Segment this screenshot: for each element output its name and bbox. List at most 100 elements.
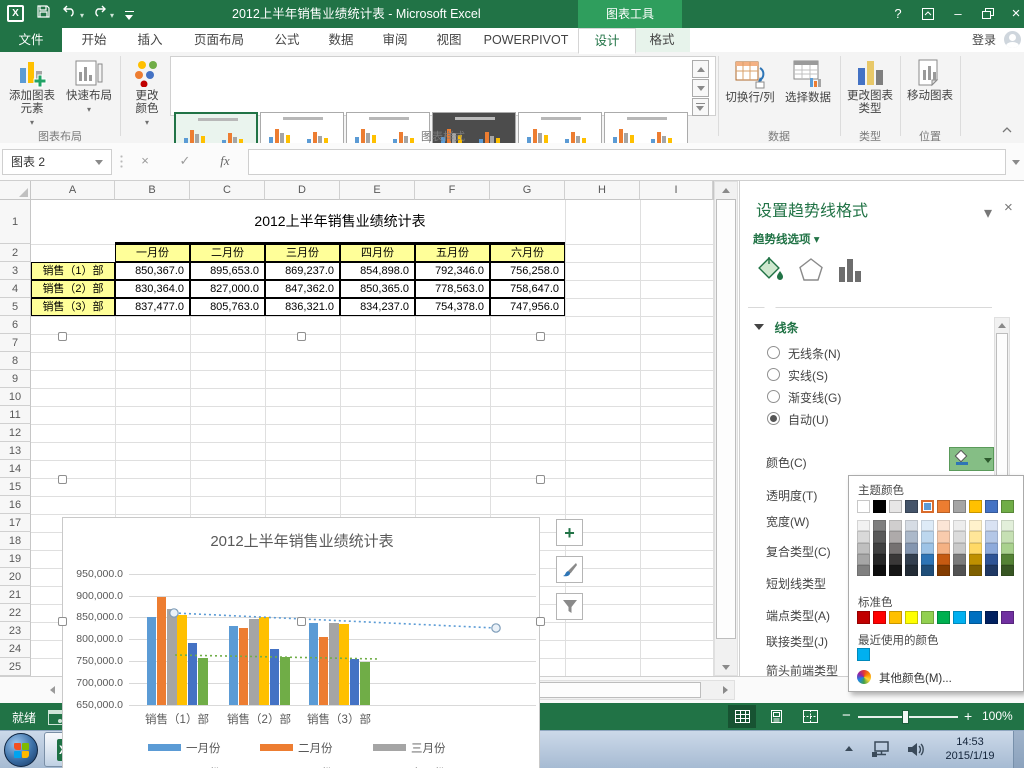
- fill-line-tab[interactable]: [756, 255, 790, 287]
- vscroll-down-arrow[interactable]: [714, 660, 738, 674]
- theme-variant-swatch-#E2EFDA[interactable]: [1001, 520, 1014, 532]
- theme-variant-swatch-#2F5496[interactable]: [985, 553, 998, 566]
- select-all-corner[interactable]: [0, 181, 31, 200]
- value-cell[interactable]: 827,000.0: [190, 280, 265, 298]
- save-button[interactable]: [37, 5, 55, 23]
- theme-color-swatch-#4472C4[interactable]: [985, 500, 998, 513]
- insert-function-button[interactable]: fx: [212, 149, 238, 173]
- theme-variant-swatch-#FFE699[interactable]: [969, 531, 982, 543]
- theme-variant-swatch-#525252[interactable]: [953, 565, 966, 577]
- change-colors-button[interactable]: 更改颜色 ▾: [126, 56, 168, 129]
- move-chart-button[interactable]: 移动图表: [904, 56, 956, 103]
- value-cell[interactable]: 754,378.0: [415, 298, 490, 316]
- value-cell[interactable]: 756,258.0: [490, 262, 565, 280]
- effects-tab[interactable]: [798, 257, 828, 287]
- view-normal-button[interactable]: [728, 705, 756, 728]
- row-header-5[interactable]: 5: [0, 298, 31, 316]
- name-box[interactable]: 图表 2: [2, 149, 112, 175]
- theme-color-swatch-#ED7D31[interactable]: [937, 500, 950, 513]
- theme-variant-swatch-#DEEBF7[interactable]: [921, 520, 934, 532]
- row-header-22[interactable]: 22: [0, 604, 31, 622]
- theme-variant-swatch-#757171[interactable]: [889, 542, 902, 554]
- column-header-E[interactable]: E: [340, 181, 415, 200]
- radio-实线(S)[interactable]: [767, 368, 780, 381]
- line-section-header[interactable]: 线条: [754, 319, 798, 337]
- tab-公式[interactable]: 公式: [260, 28, 314, 52]
- recent-color-swatch-#00B0F0[interactable]: [857, 648, 870, 661]
- month-header-cell-6[interactable]: 六月份: [490, 244, 565, 262]
- line-color-button[interactable]: [949, 447, 994, 471]
- theme-variant-swatch-#595959[interactable]: [873, 531, 886, 543]
- theme-variant-swatch-#C55A11[interactable]: [937, 553, 950, 566]
- row-label-cell-1[interactable]: 销售（1）部: [31, 262, 115, 280]
- theme-color-swatch-#A5A5A5[interactable]: [953, 500, 966, 513]
- theme-variant-swatch-#F2F2F2[interactable]: [857, 520, 870, 532]
- theme-variant-swatch-#A6A6A6[interactable]: [857, 553, 870, 566]
- theme-variant-swatch-#BDD7EE[interactable]: [921, 531, 934, 543]
- theme-color-swatch-#E7E6E6[interactable]: [889, 500, 902, 513]
- cancel-formula-button[interactable]: ×: [132, 149, 158, 173]
- standard-color-swatch-#00B050[interactable]: [937, 611, 950, 624]
- radio-无线条(N)[interactable]: [767, 346, 780, 359]
- row-header-13[interactable]: 13: [0, 442, 31, 460]
- show-desktop-button[interactable]: [1013, 731, 1024, 768]
- month-header-cell-5[interactable]: 五月份: [415, 244, 490, 262]
- row-header-16[interactable]: 16: [0, 496, 31, 514]
- column-header-B[interactable]: B: [115, 181, 190, 200]
- options-dropdown-arrow[interactable]: ▾: [814, 234, 820, 246]
- theme-variant-swatch-#F8CBAD[interactable]: [937, 531, 950, 543]
- chart-object[interactable]: 2012上半年销售业绩统计表 650,000.0 700,000.0 750,000…: [62, 517, 540, 768]
- theme-variant-swatch-#3A3838[interactable]: [889, 553, 902, 566]
- name-box-dropdown-arrow[interactable]: [95, 160, 103, 165]
- zoom-slider-handle[interactable]: [902, 710, 909, 724]
- gallery-scroll-up[interactable]: [692, 60, 709, 78]
- tab-数据[interactable]: 数据: [314, 28, 368, 52]
- column-header-A[interactable]: A: [31, 181, 115, 200]
- vscroll-up-arrow[interactable]: [714, 183, 738, 197]
- theme-variant-swatch-#375623[interactable]: [1001, 565, 1014, 577]
- row-header-10[interactable]: 10: [0, 388, 31, 406]
- value-cell[interactable]: 758,647.0: [490, 280, 565, 298]
- theme-variant-swatch-#F4B183[interactable]: [937, 542, 950, 554]
- help-button[interactable]: ?: [884, 0, 912, 28]
- theme-color-swatch-#5B9BD5[interactable]: [921, 500, 934, 513]
- theme-variant-swatch-#BF9000[interactable]: [969, 553, 982, 566]
- chart-resize-handle[interactable]: [297, 617, 306, 626]
- trendline-endpoint-handle[interactable]: [491, 623, 501, 633]
- enter-formula-button[interactable]: ✓: [172, 149, 198, 173]
- row-header-25[interactable]: 25: [0, 658, 31, 676]
- theme-color-swatch-#44546A[interactable]: [905, 500, 918, 513]
- row-header-14[interactable]: 14: [0, 460, 31, 478]
- tab-页面布局[interactable]: 页面布局: [178, 28, 260, 52]
- trendline-jun[interactable]: [174, 654, 380, 660]
- chart-filters-button[interactable]: [556, 593, 583, 620]
- row-label-cell-3[interactable]: 销售（3）部: [31, 298, 115, 316]
- trendline-jan[interactable]: [173, 612, 497, 629]
- tab-设计[interactable]: 设计: [578, 28, 636, 54]
- row-header-20[interactable]: 20: [0, 568, 31, 586]
- tab-格式[interactable]: 格式: [634, 28, 690, 52]
- tab-插入[interactable]: 插入: [122, 28, 178, 52]
- zoom-in-button[interactable]: +: [964, 708, 972, 724]
- row-header-21[interactable]: 21: [0, 586, 31, 604]
- value-cell[interactable]: 778,563.0: [415, 280, 490, 298]
- theme-color-swatch-#000000[interactable]: [873, 500, 886, 513]
- theme-variant-swatch-#2E75B6[interactable]: [921, 553, 934, 566]
- undo-dropdown-arrow[interactable]: ▾: [80, 7, 84, 25]
- table-title-cell[interactable]: 2012上半年销售业绩统计表: [115, 200, 565, 244]
- theme-variant-swatch-#7F6000[interactable]: [969, 565, 982, 577]
- value-cell[interactable]: 830,364.0: [115, 280, 190, 298]
- tab-视图[interactable]: 视图: [422, 28, 476, 52]
- row-header-24[interactable]: 24: [0, 640, 31, 658]
- user-avatar-icon[interactable]: [1004, 31, 1021, 48]
- theme-variant-swatch-#8496B0[interactable]: [905, 542, 918, 554]
- theme-variant-swatch-#1F4E79[interactable]: [921, 565, 934, 577]
- trendline-options-tab[interactable]: [838, 257, 868, 287]
- theme-variant-swatch-#EDEDED[interactable]: [953, 520, 966, 532]
- chart-style-button[interactable]: [556, 556, 583, 583]
- month-header-cell-3[interactable]: 三月份: [265, 244, 340, 262]
- zoom-out-button[interactable]: −: [842, 707, 851, 724]
- value-cell[interactable]: 869,237.0: [265, 262, 340, 280]
- trendline-endpoint-handle[interactable]: [169, 608, 179, 618]
- value-cell[interactable]: 747,956.0: [490, 298, 565, 316]
